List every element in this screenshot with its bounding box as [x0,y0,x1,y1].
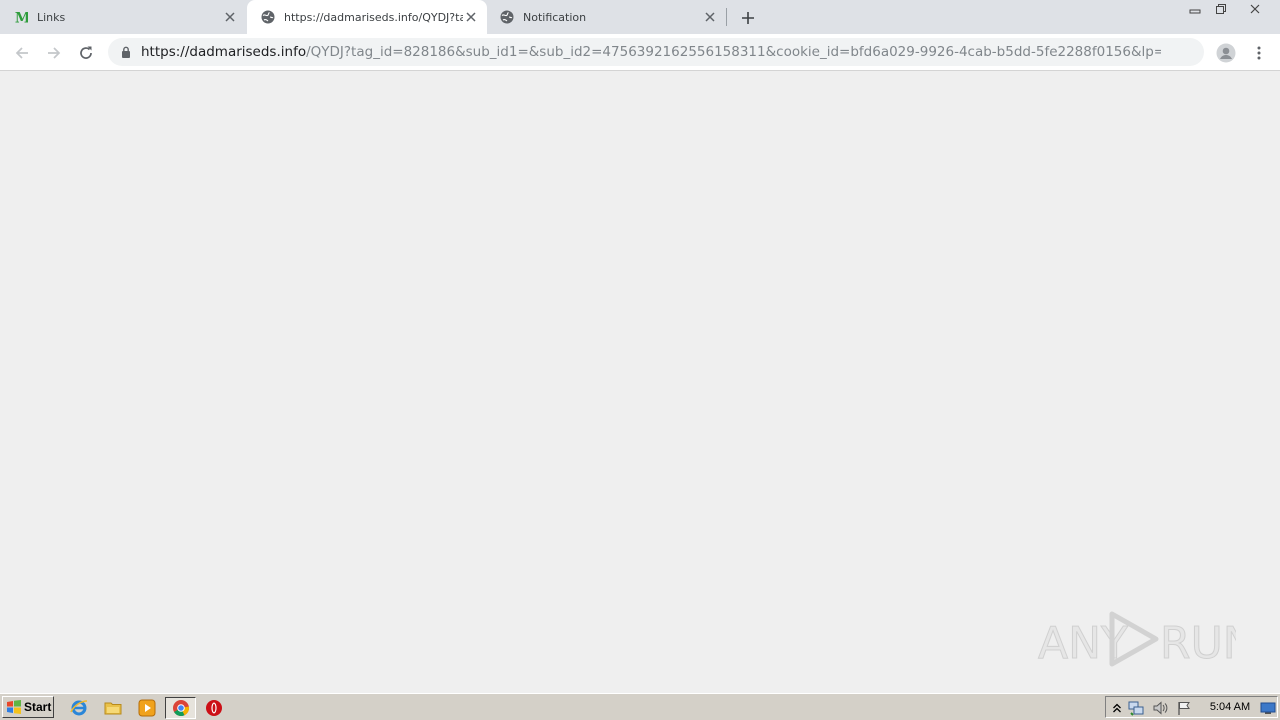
close-tab-icon[interactable] [463,9,479,25]
m-logo-icon: M [14,10,28,25]
show-desktop-icon[interactable] [1260,700,1276,716]
close-tab-icon[interactable] [222,9,238,25]
address-url[interactable]: https://dadmariseds.info/QYDJ?tag_id=828… [141,43,1161,61]
kebab-menu-icon [1257,46,1261,60]
close-icon [1250,4,1260,14]
volume-icon[interactable] [1152,700,1168,716]
arrow-right-icon [48,47,61,59]
tab-title: https://dadmariseds.info/QYDJ?tag_ [284,10,463,24]
restore-button[interactable] [1209,0,1233,18]
forward-button[interactable] [41,40,67,66]
tab-dadmariseds[interactable]: https://dadmariseds.info/QYDJ?tag_ [247,0,487,34]
page-content [0,72,1280,693]
close-window-button[interactable] [1237,0,1273,18]
chrome-icon [172,700,189,716]
start-label: Start [24,700,52,714]
new-tab-button[interactable] [737,7,759,29]
lock-icon[interactable] [120,45,132,59]
screen: M Links https://dadmariseds.info/QYDJ?ta… [0,0,1280,720]
tab-notification[interactable]: Notification [486,0,726,34]
tab-strip: M Links https://dadmariseds.info/QYDJ?ta… [0,0,1280,34]
opera-icon[interactable] [204,698,224,718]
show-hidden-icons-button[interactable] [1109,700,1125,716]
taskbar-clock[interactable]: 5:04 AM [1203,699,1257,715]
arrow-left-icon [15,47,28,59]
url-path: /QYDJ?tag_id=828186&sub_id1=&sub_id2=475… [306,44,1161,60]
network-icon[interactable] [1128,700,1144,716]
reload-button[interactable] [73,40,99,66]
windows-logo-icon [7,700,21,714]
action-center-flag-icon[interactable] [1176,700,1192,716]
minimize-button[interactable] [1183,0,1207,18]
profile-button[interactable] [1213,40,1239,66]
back-button[interactable] [9,40,35,66]
start-button[interactable]: Start [2,696,54,718]
close-tab-icon[interactable] [702,9,718,25]
chevron-up-icon [1113,703,1121,713]
tab-links[interactable]: M Links [0,0,246,34]
watermark-right-text: RUN [1160,618,1236,669]
file-explorer-icon[interactable] [103,698,123,718]
minimize-icon [1189,9,1201,14]
tab-separator [726,8,727,26]
tab-title: Links [37,10,66,24]
reload-icon [80,46,92,59]
svg-text:M: M [15,10,28,25]
tab-title: Notification [523,10,587,24]
taskbar: Start [0,693,1280,720]
globe-icon [500,10,514,24]
menu-button[interactable] [1246,40,1272,66]
internet-explorer-icon[interactable] [69,698,89,718]
url-host: https://dadmariseds.info [141,44,307,60]
anyrun-watermark: ANY RUN [1036,606,1256,672]
restore-icon [1216,4,1226,14]
globe-icon [261,10,275,24]
avatar-icon [1216,43,1236,63]
plus-icon [742,12,754,24]
chrome-taskbar-button[interactable] [165,697,196,719]
media-player-icon[interactable] [137,698,157,718]
